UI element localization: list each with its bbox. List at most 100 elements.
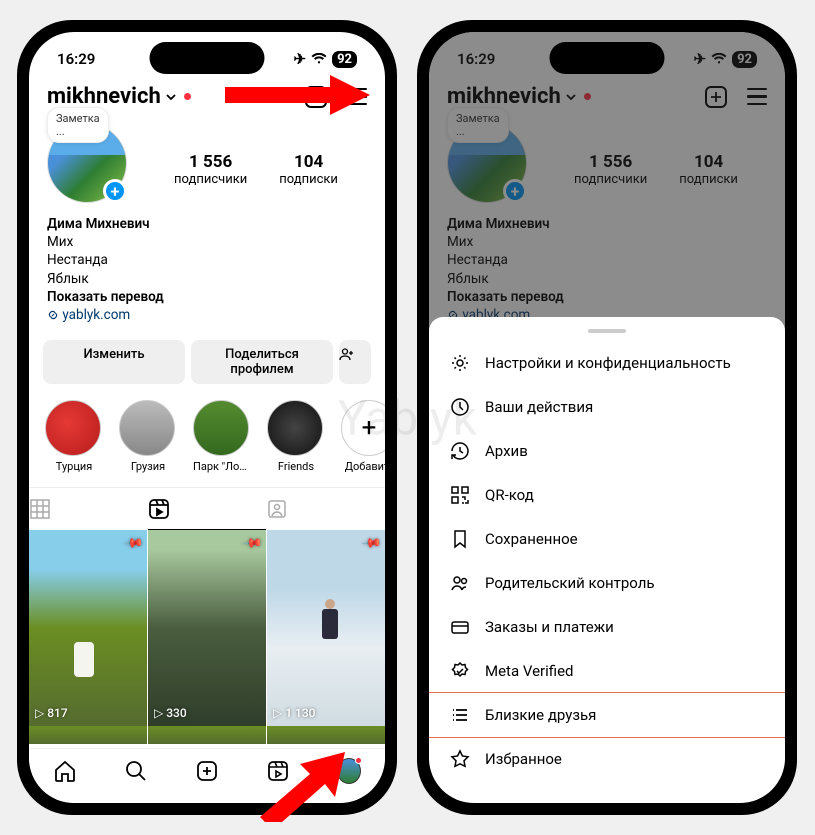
card-icon (449, 617, 471, 637)
phone-right: 16:29 ✈ 92 mikhnevich Заметка ... + (417, 20, 797, 815)
menu-item-saved[interactable]: Сохраненное (429, 517, 785, 561)
nav-search[interactable] (124, 759, 148, 783)
highlight-label: Парк "Лога" (193, 460, 251, 473)
menu-item-favorites[interactable]: Избранное (429, 737, 785, 781)
menu-label: Meta Verified (485, 662, 573, 680)
menu-item-orders[interactable]: Заказы и платежи (429, 605, 785, 649)
add-story-badge[interactable]: + (103, 179, 127, 203)
tab-tagged[interactable] (266, 488, 385, 530)
menu-label: Родительский контроль (485, 574, 655, 592)
highlight-label: Friends (267, 460, 325, 473)
bio-link[interactable]: yablyk.com (47, 306, 367, 324)
menu-item-qr[interactable]: QR-код (429, 473, 785, 517)
activity-icon (449, 397, 471, 417)
menu-sheet: Настройки и конфиденциальность Ваши дейс… (429, 317, 785, 803)
menu-label: Ваши действия (485, 398, 593, 416)
username-selector[interactable]: mikhnevich (47, 84, 191, 109)
notch (150, 42, 265, 74)
sheet-handle[interactable] (588, 329, 626, 333)
menu-item-settings[interactable]: Настройки и конфиденциальность (429, 341, 785, 385)
tagged-icon (266, 498, 288, 520)
wifi-icon (311, 53, 327, 65)
battery-badge: 92 (332, 51, 357, 68)
menu-label: Архив (485, 442, 528, 460)
highlight-label: Добавить (341, 460, 385, 473)
highlight-item[interactable]: Friends (267, 400, 325, 473)
bio-name: Дима Михневич (47, 215, 367, 233)
menu-label: Избранное (485, 750, 562, 768)
share-profile-button[interactable]: Поделиться профилем (191, 340, 333, 384)
following-count: 104 (279, 152, 338, 172)
views-badge: ▷ 1 130 (273, 706, 316, 720)
notification-dot (184, 93, 191, 100)
bio-line: Нестанда (47, 251, 367, 269)
discover-people-button[interactable] (339, 340, 371, 384)
reel-cell[interactable]: 📌 ▷ 330 (148, 530, 266, 726)
reels-grid: 📌 ▷ 817 📌 ▷ 330 📌 ▷ 1 130 (29, 530, 385, 726)
pin-icon: 📌 (241, 533, 263, 555)
reel-cell[interactable]: 📌 ▷ 1 130 (267, 530, 385, 726)
reels-icon (148, 498, 170, 520)
menu-label: Заказы и платежи (485, 618, 614, 636)
action-row: Изменить Поделиться профилем (29, 330, 385, 392)
highlight-add[interactable]: +Добавить (341, 400, 385, 473)
screen-left: 16:29 ✈ 92 mikhnevich (29, 32, 385, 803)
menu-item-activity[interactable]: Ваши действия (429, 385, 785, 429)
translate-link[interactable]: Показать перевод (47, 288, 367, 306)
followers-stat[interactable]: 1 556 подписчики (174, 152, 247, 187)
views-badge: ▷ 330 (154, 706, 187, 720)
qr-icon (449, 485, 471, 505)
followers-count: 1 556 (174, 152, 247, 172)
menu-label: QR-код (485, 486, 534, 504)
create-icon (195, 759, 219, 783)
nav-create[interactable] (195, 759, 219, 783)
search-icon (124, 759, 148, 783)
username-text: mikhnevich (47, 84, 161, 109)
note-bubble[interactable]: Заметка ... (47, 107, 109, 143)
nav-home[interactable] (53, 759, 77, 783)
profile-stats-row: Заметка ... + 1 556 подписчики 104 подпи… (29, 115, 385, 209)
airplane-icon: ✈ (294, 50, 307, 68)
highlights-row: Турция Грузия Парк "Лога" Friends +Добав… (29, 392, 385, 481)
notch (550, 42, 665, 74)
status-icons: ✈ 92 (294, 50, 358, 68)
phone-left: 16:29 ✈ 92 mikhnevich (17, 20, 397, 815)
menu-item-verified[interactable]: Meta Verified (429, 649, 785, 693)
screen-right: 16:29 ✈ 92 mikhnevich Заметка ... + (429, 32, 785, 803)
highlight-label: Грузия (119, 460, 177, 473)
pin-icon: 📌 (122, 533, 144, 555)
content-tabs (29, 487, 385, 530)
menu-label: Настройки и конфиденциальность (485, 354, 731, 372)
arrow-to-menu (225, 75, 370, 115)
reel-cell[interactable]: 📌 ▷ 817 (29, 530, 147, 726)
arrow-to-profile (255, 752, 345, 822)
archive-icon (449, 441, 471, 461)
followers-label: подписчики (174, 172, 247, 187)
menu-label: Близкие друзья (485, 706, 596, 724)
highlight-item[interactable]: Парк "Лога" (193, 400, 251, 473)
gear-icon (449, 353, 471, 373)
pin-icon: 📌 (360, 533, 382, 555)
bio-line: Яблык (47, 270, 367, 288)
bio-section: Дима Михневич Мих Нестанда Яблык Показат… (29, 209, 385, 330)
verified-icon (449, 661, 471, 681)
tab-grid[interactable] (29, 488, 148, 530)
status-time: 16:29 (57, 50, 95, 68)
bio-line: Мих (47, 233, 367, 251)
tab-reels[interactable] (148, 488, 267, 530)
bookmark-icon (449, 529, 471, 549)
star-icon (449, 749, 471, 769)
following-stat[interactable]: 104 подписки (279, 152, 338, 187)
people-icon (449, 573, 471, 593)
menu-label: Сохраненное (485, 530, 578, 548)
chevron-down-icon (165, 91, 177, 103)
menu-item-close-friends[interactable]: Близкие друзья (429, 692, 785, 738)
edit-profile-button[interactable]: Изменить (43, 340, 185, 384)
highlight-label: Турция (45, 460, 103, 473)
menu-item-supervision[interactable]: Родительский контроль (429, 561, 785, 605)
following-label: подписки (279, 172, 338, 187)
home-icon (53, 759, 77, 783)
highlight-item[interactable]: Грузия (119, 400, 177, 473)
highlight-item[interactable]: Турция (45, 400, 103, 473)
menu-item-archive[interactable]: Архив (429, 429, 785, 473)
